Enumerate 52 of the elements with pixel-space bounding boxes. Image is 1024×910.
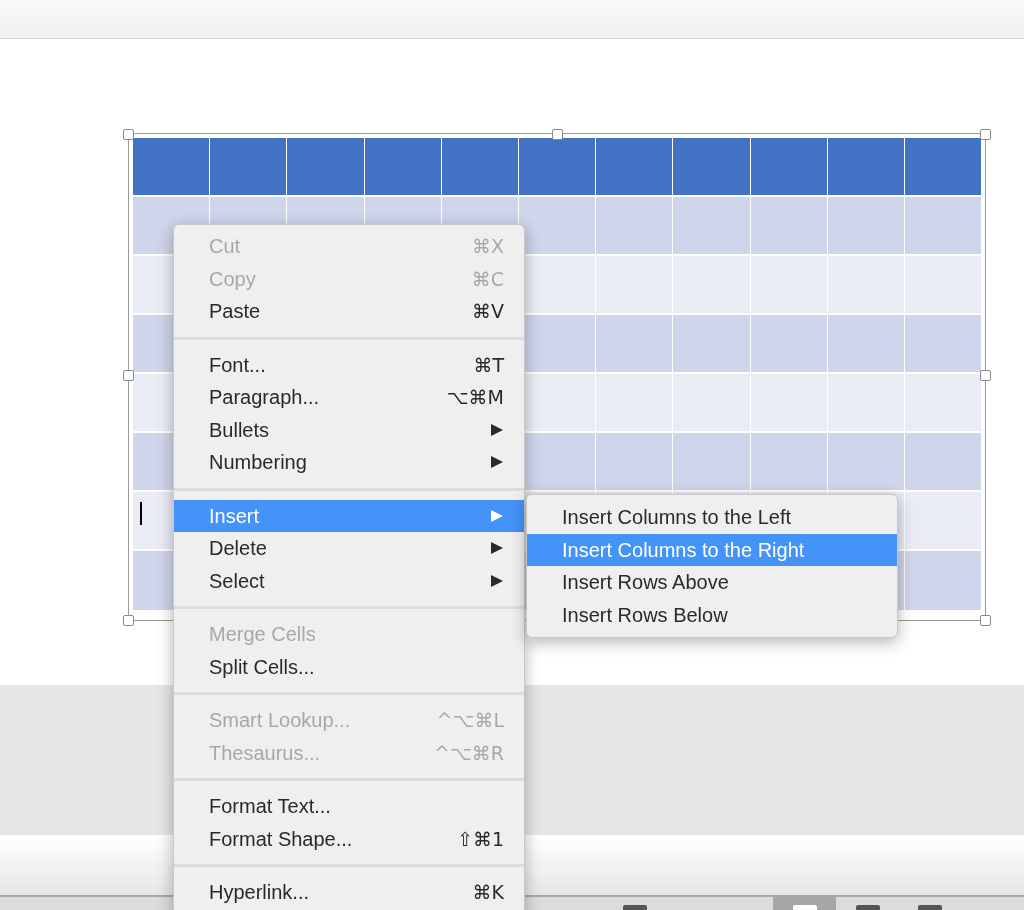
menu-item[interactable]: Format Text... (174, 790, 524, 823)
shortcut-label: ⌘V (472, 299, 504, 324)
menu-item-label: Format Text... (209, 794, 331, 820)
menu-item-label: Numbering (209, 450, 307, 476)
resize-handle[interactable] (980, 129, 991, 140)
menu-item-label: Bullets (209, 417, 270, 443)
menu-item[interactable]: Hyperlink... ⌘K (174, 876, 524, 909)
menu-item-label: Copy (209, 266, 256, 292)
menu-item-label: Delete (209, 536, 267, 562)
menu-item[interactable]: Format Shape... ⇧⌘1 (174, 822, 524, 855)
menu-item-label: Font... (209, 352, 266, 378)
shortcut-label: ⌘T (473, 352, 504, 378)
menu-item-label: Paragraph... (209, 385, 320, 411)
resize-handle[interactable] (123, 615, 134, 626)
shortcut-label: ^⌥⌘R (433, 740, 504, 766)
menu-item[interactable]: Delete (174, 532, 524, 565)
menu-item-label: Format Shape... (209, 826, 353, 852)
menu-item-label: Thesaurus... (209, 740, 321, 766)
submenu-item[interactable]: Insert Rows Above (527, 566, 897, 599)
menu-item-label: Hyperlink... (209, 880, 310, 906)
view-icon (856, 905, 880, 910)
menu-item[interactable]: Numbering (174, 446, 524, 479)
menu-item-label: Paste (209, 299, 261, 325)
menu-item[interactable]: Paste ⌘V (174, 295, 524, 328)
view-button[interactable] (773, 897, 836, 910)
resize-handle[interactable] (123, 129, 134, 140)
view-icon (792, 905, 817, 910)
resize-handle[interactable] (552, 129, 563, 140)
menu-item[interactable]: Split Cells... (174, 650, 524, 683)
shortcut-label: ⇧⌘1 (457, 826, 504, 852)
menu-item-label: Split Cells... (209, 654, 315, 680)
shortcut-label: ^⌥⌘L (436, 708, 504, 733)
menu-item-label: Select (209, 568, 265, 594)
menu-item[interactable]: Paragraph... ⌥⌘M (174, 381, 524, 414)
menu-item-label: Merge Cells (209, 622, 316, 648)
menu-item-label: Smart Lookup... (209, 708, 351, 734)
text-cursor-icon (140, 502, 142, 525)
view-icon (623, 905, 647, 910)
submenu-item[interactable]: Insert Rows Below (527, 598, 897, 631)
menu-item[interactable]: Bullets (174, 413, 524, 446)
view-icon (918, 905, 942, 910)
resize-handle[interactable] (123, 370, 134, 381)
menu-item-label: Insert (209, 503, 260, 529)
resize-handle[interactable] (980, 370, 991, 381)
menu-item[interactable]: Select (174, 564, 524, 597)
shortcut-label: ⌥⌘M (446, 385, 504, 410)
shortcut-label: ⌘C (471, 266, 504, 292)
shortcut-label: ⌘K (472, 880, 504, 905)
menu-item[interactable]: Font... ⌘T (174, 348, 524, 381)
shortcut-label: ⌘X (471, 234, 504, 259)
resize-handle[interactable] (980, 615, 991, 626)
menu-item-label: Cut (209, 234, 241, 260)
